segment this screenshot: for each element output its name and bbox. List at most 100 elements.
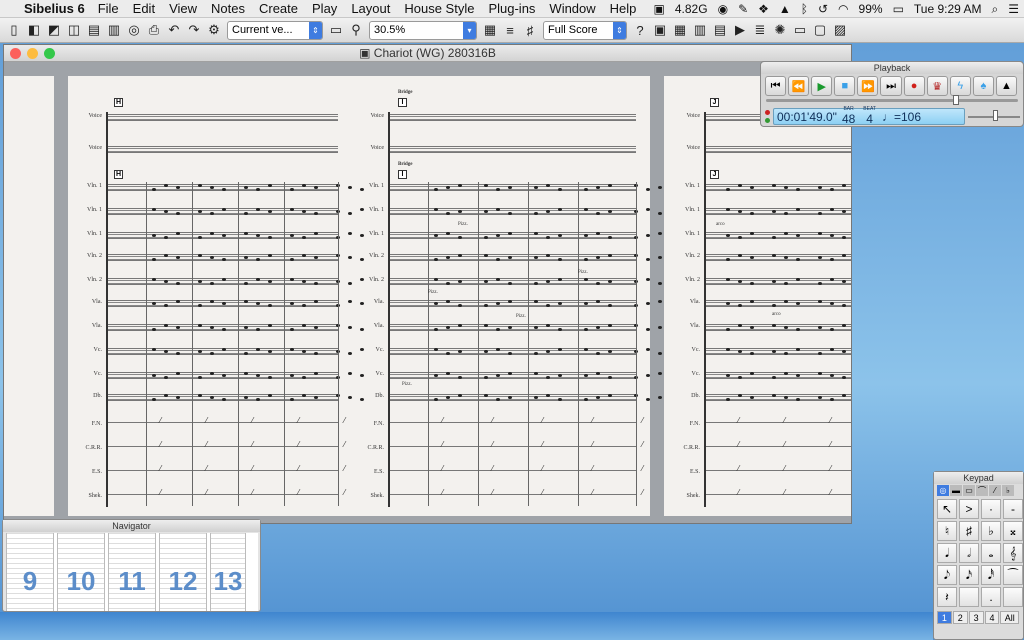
undo-icon[interactable]: ↶ (165, 21, 183, 39)
keypad-tab-notes[interactable]: ▬ (950, 485, 962, 496)
rewind-button[interactable]: ⏪ (788, 76, 810, 96)
keypad-key[interactable]: > (959, 499, 979, 519)
evernote-icon[interactable]: ✎ (733, 0, 753, 18)
minimize-window-button[interactable] (27, 48, 38, 59)
keypad-key[interactable]: ♯ (959, 521, 979, 541)
clock[interactable]: Tue 9:29 AM (909, 0, 987, 18)
keypad-tab-common[interactable]: ◎ (937, 485, 949, 496)
keypad-tab-accidentals[interactable]: ♭ (1002, 485, 1014, 496)
play-button[interactable]: ▶ (811, 76, 833, 96)
keypad-key[interactable]: . (981, 587, 1001, 607)
time-machine-icon[interactable]: ↺ (813, 0, 833, 18)
menu-help[interactable]: Help (603, 0, 644, 18)
score-window-titlebar[interactable]: ▣ Chariot (WG) 280316B (4, 45, 851, 62)
battery-percent[interactable]: 99% (854, 0, 888, 18)
battery-icon[interactable]: ▭ (888, 0, 909, 18)
export-icon[interactable]: ▥ (105, 21, 123, 39)
panorama-icon[interactable]: ▦ (481, 21, 499, 39)
navigator-page-11[interactable]: 11 (108, 533, 156, 611)
score-page-next[interactable]: Voice Voice Vln. 1 Vln. 1 Vln. 1 Vln. 2 Vln. 2… (664, 76, 851, 516)
wifi-icon[interactable]: ◠ (833, 0, 853, 18)
keyboard-toggle-icon[interactable]: ▥ (691, 21, 709, 39)
open-icon[interactable]: ◧ (25, 21, 43, 39)
stop-button[interactable]: ■ (834, 76, 856, 96)
ideas-toggle-icon[interactable]: ✺ (771, 21, 789, 39)
menu-notes[interactable]: Notes (204, 0, 252, 18)
menu-create[interactable]: Create (252, 0, 305, 18)
replay-button[interactable]: ♠ (972, 76, 994, 96)
transpose-icon[interactable]: ♯ (521, 21, 539, 39)
layout-toggle-icon[interactable]: ▨ (831, 21, 849, 39)
keypad-key[interactable]: ⁀ (1003, 565, 1023, 585)
keypad-key[interactable]: 𝄪 (1003, 521, 1023, 541)
navigator-page-9[interactable]: 9 (6, 533, 54, 611)
print-icon[interactable]: ⎙ (145, 21, 163, 39)
menu-window[interactable]: Window (542, 0, 602, 18)
live-playback-button[interactable]: ϟ (949, 76, 971, 96)
fast-forward-button[interactable]: ⏩ (857, 76, 879, 96)
score-window[interactable]: ▣ Chariot (WG) 280316B Voice Voice Voice Vo… (3, 44, 852, 524)
playback-toggle-icon[interactable]: ▶ (731, 21, 749, 39)
volume-slider-thumb[interactable] (993, 110, 998, 121)
navigator-page-12[interactable]: 12 (159, 533, 207, 611)
keypad-key[interactable] (1003, 587, 1023, 607)
memory-readout[interactable]: 4.82G (670, 0, 713, 18)
rewind-to-start-button[interactable]: ⏮ (765, 76, 787, 96)
menu-view[interactable]: View (162, 0, 204, 18)
keypad-tab-jazz[interactable]: ⌒ (976, 485, 988, 496)
properties-icon[interactable]: ⚙ (205, 21, 223, 39)
forward-to-end-button[interactable]: ⏭ (880, 76, 902, 96)
version-select[interactable]: Current ve... ⇕ (227, 20, 323, 40)
keypad-layer-4[interactable]: 4 (984, 611, 1000, 624)
video-toggle-icon[interactable]: ▭ (791, 21, 809, 39)
navigator-page-13[interactable]: 13 (210, 533, 246, 611)
dropbox-icon[interactable]: ❖ (753, 0, 774, 18)
keypad-key[interactable]: 𝄽 (937, 587, 957, 607)
menu-play[interactable]: Play (305, 0, 344, 18)
spotlight-icon[interactable]: ⌕ (987, 0, 1004, 18)
keypad-key[interactable]: · (981, 499, 1001, 519)
keypad-key[interactable]: ↖ (937, 499, 957, 519)
navigator-window[interactable]: Navigator 9 10 11 12 13 (2, 519, 261, 612)
keypad-key[interactable]: 𝅘𝅥 (937, 543, 957, 563)
drive-icon[interactable]: ▲ (774, 0, 796, 18)
keypad-key[interactable] (959, 587, 979, 607)
redo-icon[interactable]: ↷ (185, 21, 203, 39)
live-tempo-button[interactable]: ♛ (926, 76, 948, 96)
playback-window[interactable]: Playback ⏮ ⏪ ▶ ■ ⏩ ⏭ ● ♛ ϟ ♠ ▲ 00:01'49.… (760, 61, 1024, 127)
keypad-key[interactable]: 𝅗𝅥 (959, 543, 979, 563)
close-window-button[interactable] (10, 48, 21, 59)
publish-icon[interactable]: ◎ (125, 21, 143, 39)
context-help-icon[interactable]: ? (631, 21, 649, 39)
zoom-icon[interactable]: ⚲ (347, 21, 365, 39)
keypad-key[interactable]: 𝅘𝅥𝅰 (981, 565, 1001, 585)
timeline-slider-thumb[interactable] (953, 95, 959, 105)
navigator-toggle-icon[interactable]: ▣ (651, 21, 669, 39)
navigator-page-10[interactable]: 10 (57, 533, 105, 611)
close-icon[interactable]: ◫ (65, 21, 83, 39)
more-button[interactable]: ▲ (995, 76, 1018, 96)
fretboard-toggle-icon[interactable]: ▤ (711, 21, 729, 39)
bluetooth-icon[interactable]: ᛒ (796, 0, 813, 18)
timeline-slider[interactable] (766, 99, 1018, 102)
score-page-prev[interactable] (4, 76, 54, 516)
menu-edit[interactable]: Edit (126, 0, 162, 18)
mixer-toggle-icon[interactable]: ≣ (751, 21, 769, 39)
record-button[interactable]: ● (903, 76, 925, 96)
menu-file[interactable]: File (91, 0, 126, 18)
keypad-layer-2[interactable]: 2 (952, 611, 968, 624)
memory-icon[interactable]: ▣ (649, 0, 670, 18)
save-icon[interactable]: ▤ (85, 21, 103, 39)
keypad-key[interactable]: 𝅝 (981, 543, 1001, 563)
open-recent-icon[interactable]: ◩ (45, 21, 63, 39)
keypad-window[interactable]: Keypad ◎ ▬ ▭ ⌒ ⁄ ♭ ↖ > · - ♮ ♯ ♭ 𝄪 𝅘𝅥 𝅗𝅥… (933, 471, 1024, 640)
keypad-key[interactable]: 𝅘𝅥𝅮 (937, 565, 957, 585)
keypad-layer-3[interactable]: 3 (968, 611, 984, 624)
keypad-key[interactable]: 𝅘𝅥𝅯 (959, 565, 979, 585)
menu-layout[interactable]: Layout (344, 0, 397, 18)
keypad-tab-articulation[interactable]: ⁄ (989, 485, 1001, 496)
keypad-tab-beams[interactable]: ▭ (963, 485, 975, 496)
keypad-layer-all[interactable]: All (1000, 611, 1019, 624)
keypad-key[interactable]: - (1003, 499, 1023, 519)
properties-toggle-icon[interactable]: ▢ (811, 21, 829, 39)
